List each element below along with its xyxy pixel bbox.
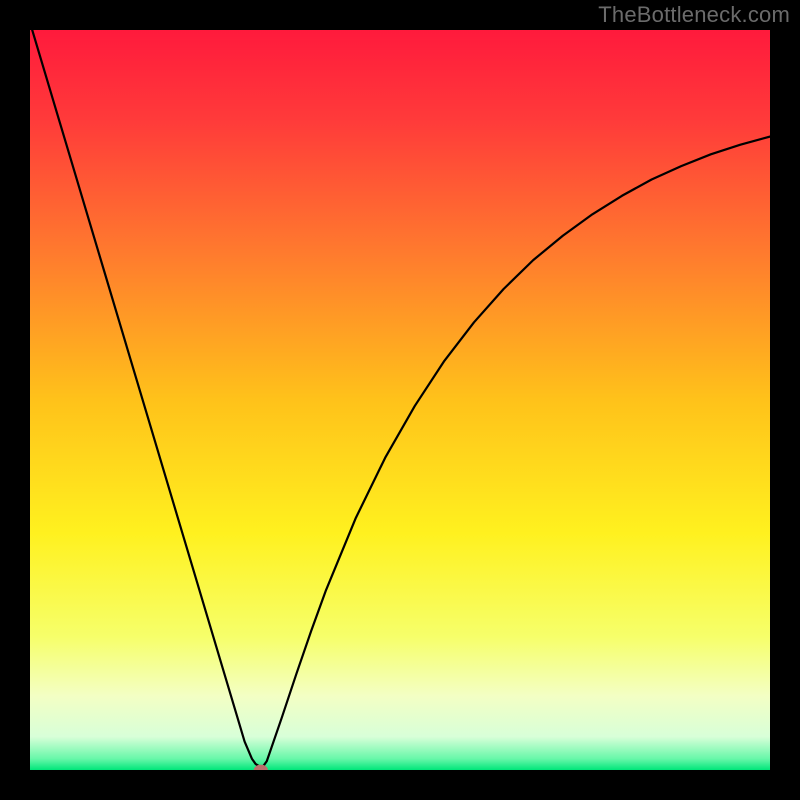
- plot-area: [30, 30, 770, 770]
- watermark-text: TheBottleneck.com: [598, 2, 790, 28]
- chart-frame: TheBottleneck.com: [0, 0, 800, 800]
- gradient-background: [30, 30, 770, 770]
- chart-svg: [30, 30, 770, 770]
